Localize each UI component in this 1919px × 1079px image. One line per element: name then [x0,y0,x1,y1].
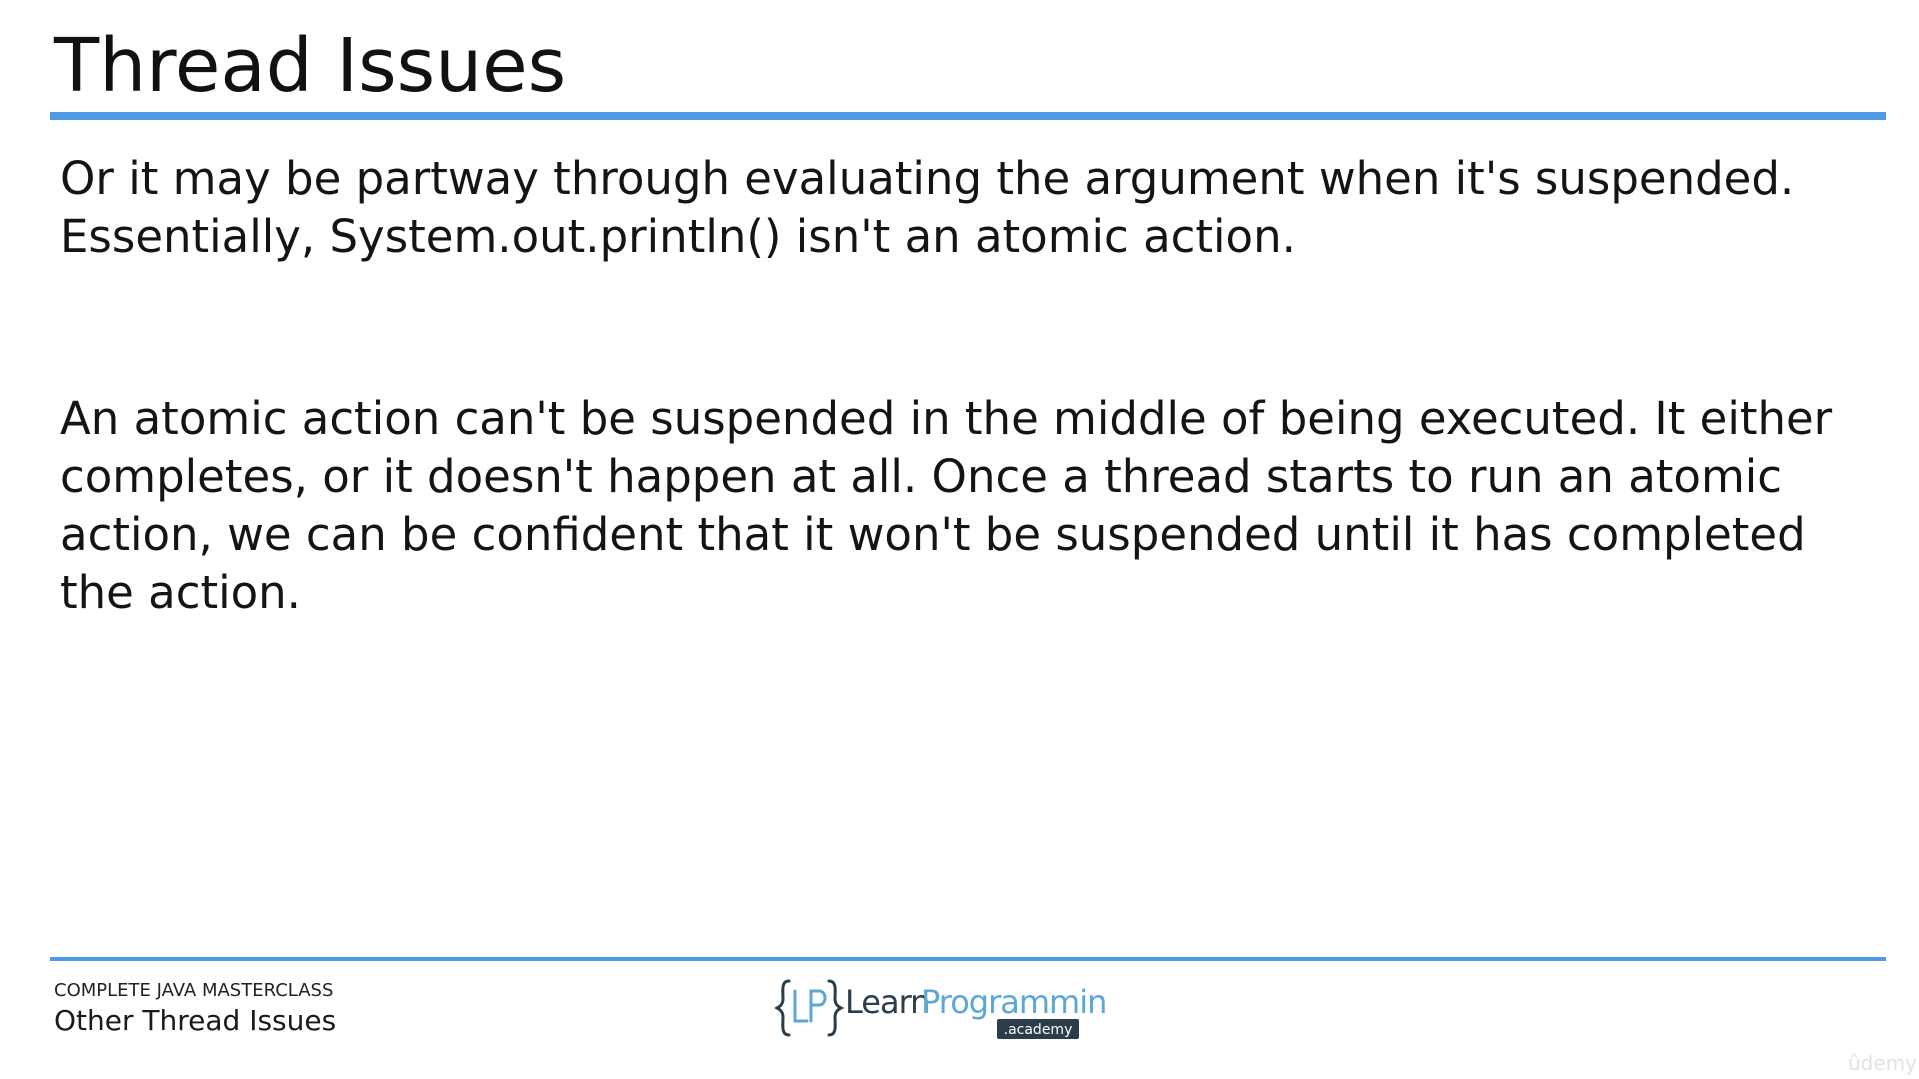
slide-title: Thread Issues [54,23,567,109]
paragraph-1: Or it may be partway through evaluating … [60,152,1795,263]
logo-text-learn: Learn [845,983,929,1021]
learnprogramming-logo: Learn Programming .academy [773,975,1127,1045]
paragraph-2: An atomic action can't be suspended in t… [60,392,1833,619]
section-name: Other Thread Issues [54,1004,337,1037]
logo-text-programming: Programming [921,983,1105,1021]
logo-badge-academy: .academy [1004,1022,1073,1038]
title-divider [50,112,1886,120]
footer-divider [50,957,1886,961]
course-name: COMPLETE JAVA MASTERCLASS [54,980,334,1001]
udemy-watermark: ûdemy [1848,1051,1917,1075]
lp-brace-icon [773,979,845,1037]
